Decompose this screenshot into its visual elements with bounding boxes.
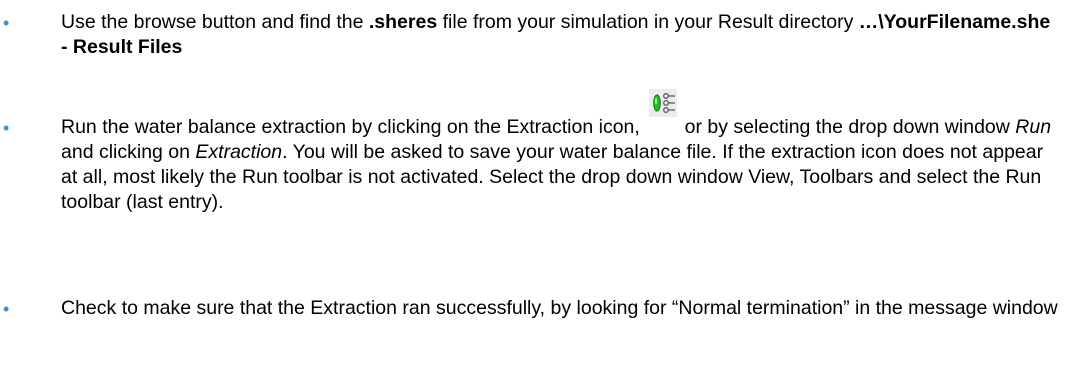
extraction-icon-slot [645,89,679,140]
text-segment: file from your simulation in your Result… [437,11,859,33]
document-page: • Use the browse button and find the .sh… [0,0,1074,370]
text-segment: and clicking on [61,141,196,163]
menu-item-extraction: Extraction [195,141,283,163]
extraction-icon [649,89,678,117]
menu-name-run: Run [1015,116,1052,138]
bullet-marker: • [3,13,10,33]
text-segment: Use the browse button and find the [61,11,369,33]
text-segment: or by selecting the drop down window [679,116,1016,138]
bullet-marker: • [3,118,10,138]
list-item-text: Check to make sure that the Extraction r… [61,297,1058,319]
list-item-text: Run the water balance extraction by clic… [61,89,1061,215]
text-segment: Run the water balance extraction by clic… [61,116,646,138]
bullet-marker: • [3,299,10,319]
list-item-text: Use the browse button and find the .sher… [61,10,1061,60]
file-extension-text: .sheres [368,11,438,33]
